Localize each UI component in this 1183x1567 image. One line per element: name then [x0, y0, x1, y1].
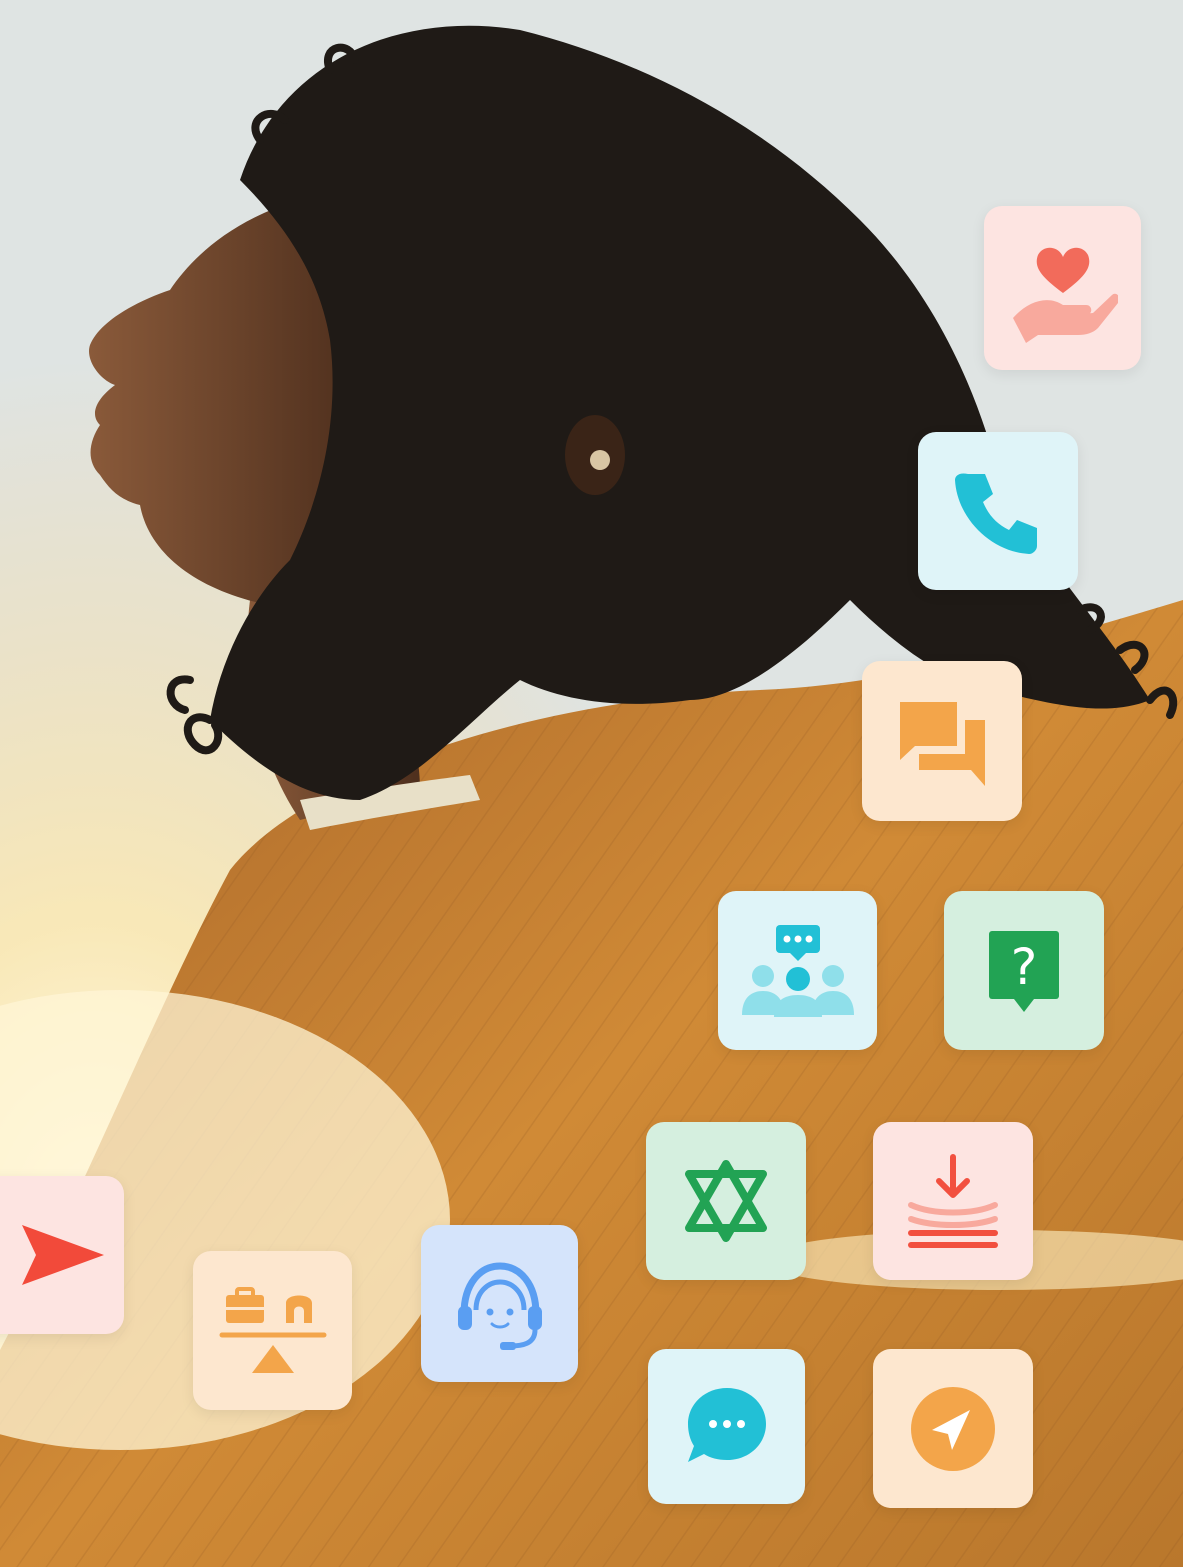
navigation-arrow-tile[interactable]: [873, 1349, 1033, 1508]
chevron-right-icon: [22, 1225, 104, 1285]
download-layers-icon: [908, 1154, 998, 1248]
chevron-right-tile[interactable]: [0, 1176, 124, 1334]
chat-bubbles-tile[interactable]: [862, 661, 1022, 821]
message-dots-icon: [687, 1387, 766, 1462]
download-layers-tile[interactable]: [873, 1122, 1033, 1280]
headset-agent-tile[interactable]: [421, 1225, 578, 1382]
group-chat-icon: [741, 924, 854, 1017]
chat-bubbles-icon: [899, 701, 985, 786]
phone-icon: [955, 473, 1037, 554]
heart-hand-icon: [1012, 247, 1118, 343]
group-chat-tile[interactable]: [718, 891, 877, 1050]
work-life-balance-tile[interactable]: [193, 1251, 352, 1410]
work-life-balance-icon: [219, 1286, 326, 1373]
question-bubble-tile[interactable]: ?: [944, 891, 1104, 1050]
hero-image: ?: [0, 0, 1183, 1567]
heart-hand-tile[interactable]: [984, 206, 1141, 370]
message-dots-tile[interactable]: [648, 1349, 805, 1504]
phone-tile[interactable]: [918, 432, 1078, 590]
headset-agent-icon: [457, 1261, 542, 1350]
star-of-david-tile[interactable]: [646, 1122, 806, 1280]
question-mark-glyph: ?: [1011, 938, 1038, 996]
navigation-arrow-icon: [911, 1386, 995, 1471]
question-bubble-icon: ?: [989, 930, 1059, 1012]
star-of-david-icon: [685, 1160, 767, 1242]
